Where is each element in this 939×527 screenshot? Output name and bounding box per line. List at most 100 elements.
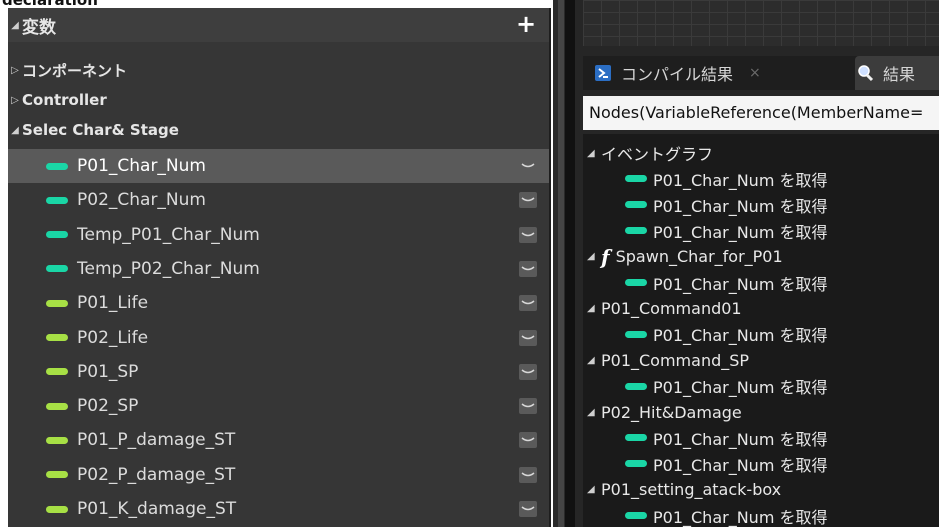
results-tabbar: コンパイル結果 × 結果 [583,56,939,90]
result-node-row[interactable]: P01_Char_Num を取得 [583,503,939,527]
result-group-row[interactable]: ◢ P01_Command01 [583,295,939,321]
result-label: P01_Char_Num を取得 [653,429,828,449]
variable-row[interactable]: P01_Life [8,286,549,320]
variable-dropdown-icon[interactable] [519,398,537,415]
variable-dropdown-icon[interactable] [519,466,537,483]
results-tree: ◢ イベントグラフ P01_Char_Num を取得 P01_Char_Num を取得… [583,134,939,527]
close-tab-icon[interactable]: × [749,65,761,81]
variable-row[interactable]: P02_SP [8,389,549,423]
variable-type-pill-icon [46,265,68,273]
result-node-row[interactable]: P01_Char_Num を取得 [583,192,939,218]
variable-node-icon [625,460,647,468]
variable-row[interactable]: P02_Life [8,321,549,355]
variable-type-pill-icon [46,471,68,479]
result-group-row[interactable]: ◢ P01_Command_SP [583,347,939,373]
expand-arrow-icon: ◢ [587,147,595,159]
expand-arrow-icon: ◢ [587,251,595,263]
result-node-row[interactable]: P01_Char_Num を取得 [583,321,939,347]
variables-header-label: 変数 [22,17,56,38]
result-label: P01_Command_SP [601,350,750,370]
variable-row[interactable]: P01_Char_Num [8,149,549,183]
result-node-row[interactable]: P01_Char_Num を取得 [583,373,939,399]
variable-label: Temp_P01_Char_Num [77,224,260,245]
variable-dropdown-icon[interactable] [519,329,537,346]
variable-dropdown-icon[interactable] [519,501,537,517]
variable-dropdown-icon[interactable] [519,226,537,243]
clipped-heading-text: declaration [2,0,98,8]
result-label: P01_Char_Num を取得 [653,222,828,242]
variable-row[interactable]: Temp_P01_Char_Num [8,218,549,252]
result-label: P02_Hit&Damage [601,402,742,422]
variable-row[interactable]: P01_K_damage_ST [8,492,549,526]
category-label: コンポーネント [22,61,128,80]
result-group-row[interactable]: ◢ P01_setting_atack-box [583,477,939,503]
result-group-row[interactable]: ◢ P02_Hit&Damage [583,399,939,425]
variable-type-pill-icon [46,299,68,307]
variable-row[interactable]: P02_P_damage_ST [8,458,549,492]
variable-label: P02_Life [77,327,149,348]
variable-dropdown-icon[interactable] [519,158,537,174]
panel-splitter[interactable] [565,0,575,527]
find-search-input[interactable]: Nodes(VariableReference(MemberName= [583,96,939,130]
result-label: P01_Char_Num を取得 [653,326,828,346]
result-node-row[interactable]: P01_Char_Num を取得 [583,451,939,477]
variable-label: P01_Life [77,293,149,314]
variables-header[interactable]: ◢ 変数 + [8,8,549,42]
variable-dropdown-icon[interactable] [519,363,537,380]
variable-type-pill-icon [46,196,68,204]
result-group-row[interactable]: ◢ イベントグラフ [583,140,939,166]
variable-dropdown-icon[interactable] [519,432,537,449]
category-controller[interactable]: ▷ Controller [8,86,549,114]
variable-type-pill-icon [46,162,68,170]
variable-row[interactable]: P01_P_damage_ST [8,423,549,457]
tab-label: 結果 [883,65,916,84]
tab-find-results[interactable]: 結果 [855,56,939,90]
search-icon [855,64,875,82]
result-label: イベントグラフ [601,145,714,164]
variable-node-icon [625,330,647,338]
variable-row[interactable]: P02_Char_Num [8,183,549,217]
result-label: P01_Char_Num を取得 [653,274,828,294]
collapsed-arrow-icon: ▷ [11,94,19,106]
category-selec-char-stage[interactable]: ◢ Selec Char& Stage [8,116,549,144]
variable-dropdown-icon[interactable] [519,295,537,312]
result-node-row[interactable]: P01_Char_Num を取得 [583,166,939,192]
variable-label: P01_K_damage_ST [77,499,237,519]
variable-node-icon [625,512,647,520]
category-components[interactable]: ▷ コンポーネント [8,56,549,84]
variable-node-icon [625,175,647,183]
variable-node-icon [625,227,647,235]
expand-arrow-icon: ◢ [587,354,595,366]
tab-compile-results[interactable]: コンパイル結果 × [593,56,853,90]
variable-label: P01_SP [77,361,139,382]
variable-node-icon [625,382,647,390]
expand-arrow-icon: ◢ [587,406,595,418]
result-label: P01_Char_Num を取得 [653,378,828,398]
result-label: P01_Command01 [601,298,742,318]
variable-type-pill-icon [46,368,68,376]
compile-results-icon [593,64,613,82]
result-node-row[interactable]: P01_Char_Num を取得 [583,218,939,244]
variable-row[interactable]: Temp_P02_Char_Num [8,252,549,286]
variable-type-pill-icon [46,436,68,444]
variables-scrollbar-thumb[interactable] [558,0,564,527]
variable-row[interactable]: P01_SP [8,355,549,389]
function-icon: f [601,244,610,269]
variable-dropdown-icon[interactable] [519,260,537,277]
category-label: Selec Char& Stage [22,121,179,139]
add-variable-button[interactable]: + [515,12,537,36]
results-panel: コンパイル結果 × 結果 Nodes(VariableReference(Mem… [575,0,939,527]
collapsed-arrow-icon: ▷ [11,64,19,76]
result-function-row[interactable]: ◢ f Spawn_Char_for_P01 [583,244,939,270]
variable-type-pill-icon [46,402,68,410]
result-node-row[interactable]: P01_Char_Num を取得 [583,425,939,451]
graph-canvas[interactable] [583,0,939,46]
variable-dropdown-icon[interactable] [519,192,537,209]
variable-label: P01_P_damage_ST [77,430,236,451]
result-node-row[interactable]: P01_Char_Num を取得 [583,270,939,296]
expand-arrow-icon: ◢ [587,302,595,314]
category-label: Controller [22,91,107,109]
result-label: P01_Char_Num を取得 [653,170,828,190]
result-label: P01_Char_Num を取得 [653,507,828,527]
result-label: P01_setting_atack-box [601,480,782,500]
